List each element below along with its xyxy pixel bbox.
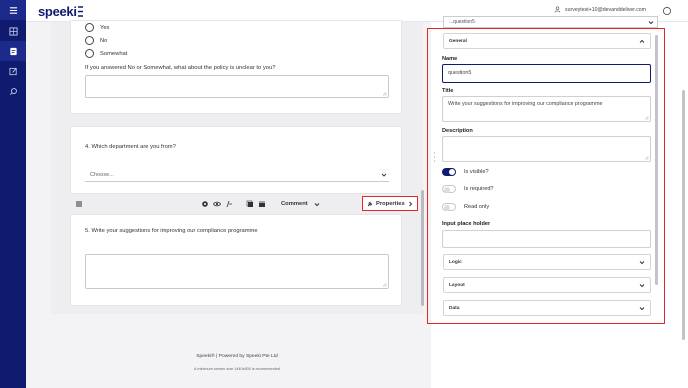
formula-icon[interactable] — [225, 200, 233, 208]
question-toolbar: Comment Properties — [70, 196, 418, 214]
radio-option-somewhat[interactable]: Somewhat — [85, 49, 127, 58]
notification-icon[interactable] — [662, 6, 672, 16]
sidebar-item-dashboard[interactable] — [0, 21, 26, 41]
question-type-label: Comment — [281, 201, 308, 207]
copy-icon[interactable] — [246, 200, 254, 208]
speeki-logo[interactable]: speeki — [38, 3, 84, 19]
radio-button[interactable] — [85, 49, 94, 58]
resize-handle-icon[interactable] — [382, 282, 387, 287]
user-account[interactable]: surveytest+10@devanddeliver.com — [554, 6, 646, 13]
menu-icon — [9, 6, 17, 14]
radio-button[interactable] — [85, 23, 94, 32]
drag-handle-icon[interactable] — [75, 200, 83, 208]
edit-icon — [8, 67, 17, 75]
followup-question: If you answered No or Somewhat, what abo… — [85, 65, 276, 71]
footer-text: Speeki® | Powered by Speeki Pte Ltd — [196, 354, 278, 359]
sidebar — [0, 0, 26, 388]
resize-handle-icon[interactable] — [382, 91, 387, 96]
dashboard-icon — [8, 26, 18, 36]
sidebar-item-edit[interactable] — [0, 61, 26, 81]
question-card-4[interactable]: 4. Which department are you from? Choose… — [70, 126, 402, 194]
sidebar-item-surveys[interactable] — [0, 41, 26, 61]
radio-option-no[interactable]: No — [85, 36, 107, 45]
delete-icon[interactable] — [258, 200, 266, 208]
wrench-icon — [367, 201, 373, 206]
sidebar-item-search[interactable] — [0, 81, 26, 101]
question-selector[interactable]: ...question5 — [443, 16, 658, 28]
question-5-text: 5. Write your suggestions for improving … — [85, 228, 258, 234]
radio-label: Somewhat — [100, 50, 128, 57]
footer-note: A minimum screen size 1440x900 is recomm… — [194, 367, 280, 371]
select-placeholder: Choose... — [90, 172, 114, 178]
survey-canvas: Yes No Somewhat If you answered No or So… — [51, 20, 423, 314]
logo-mark-icon — [77, 5, 83, 17]
radio-button[interactable] — [85, 36, 94, 45]
user-icon — [554, 6, 561, 13]
properties-label: Properties — [376, 200, 405, 207]
user-email: surveytest+10@devanddeliver.com — [565, 6, 646, 13]
properties-button[interactable]: Properties — [362, 196, 418, 211]
settings-icon[interactable] — [201, 200, 209, 208]
sidebar-menu-button[interactable] — [0, 0, 26, 20]
question-selector-value: ...question5 — [449, 19, 475, 25]
followup-textarea[interactable] — [85, 75, 389, 98]
radio-option-yes[interactable]: Yes — [85, 23, 109, 32]
question-type-dropdown[interactable]: Comment — [281, 201, 320, 207]
radio-label: No — [100, 37, 108, 44]
eye-icon[interactable] — [213, 200, 221, 208]
question-card-3[interactable]: Yes No Somewhat If you answered No or So… — [70, 20, 402, 114]
department-select[interactable]: Choose... — [85, 169, 389, 182]
highlight-frame — [427, 28, 665, 324]
chevron-down-icon — [314, 202, 320, 206]
canvas-scrollbar[interactable] — [421, 190, 424, 306]
search-icon — [9, 87, 17, 95]
page-scrollbar[interactable] — [682, 90, 685, 340]
chevron-right-icon — [408, 201, 412, 206]
question-card-5[interactable]: 5. Write your suggestions for improving … — [70, 214, 402, 306]
suggestions-textarea[interactable] — [85, 254, 389, 289]
chevron-down-icon — [381, 173, 387, 177]
chevron-down-icon — [648, 21, 654, 25]
question-4-text: 4. Which department are you from? — [85, 144, 176, 150]
survey-icon — [9, 47, 17, 55]
radio-label: Yes — [100, 24, 110, 31]
logo-text: speeki — [38, 3, 77, 19]
